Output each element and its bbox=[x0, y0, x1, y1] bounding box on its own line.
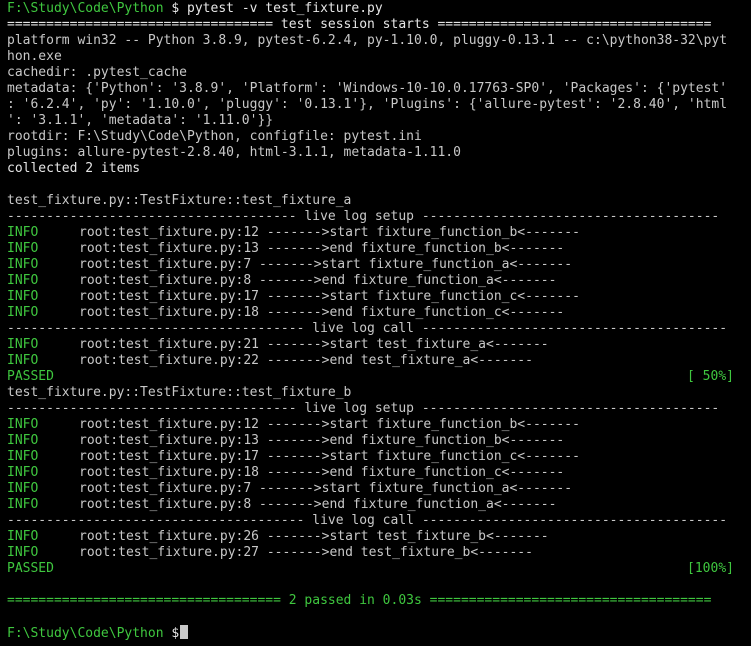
log-level: INFO bbox=[7, 545, 39, 560]
log-level: INFO bbox=[7, 337, 39, 352]
test-result-row: PASSED [ 50%] bbox=[7, 369, 734, 385]
log-level: INFO bbox=[7, 481, 39, 496]
live-log-setup-header: ------------------------------------- li… bbox=[7, 209, 720, 224]
log-level: INFO bbox=[7, 257, 39, 272]
test-name: test_fixture.py::TestFixture::test_fixtu… bbox=[7, 385, 352, 400]
final-prompt-line[interactable]: F:\Study\Code\Python $ bbox=[7, 625, 751, 641]
log-level: INFO bbox=[7, 497, 39, 512]
test-result: PASSED bbox=[7, 561, 54, 576]
metadata-line: metadata: {'Python': '3.8.9', 'Platform'… bbox=[7, 81, 728, 96]
prompt-path: F:\Study\Code\Python bbox=[7, 1, 164, 16]
plugins-line: plugins: allure-pytest-2.8.40, html-3.1.… bbox=[7, 145, 461, 160]
log-line: INFO root:test_fixture.py:18 ------->end … bbox=[7, 465, 751, 481]
log-message: root:test_fixture.py:8 ------->end fixtu… bbox=[79, 497, 557, 512]
command-line: F:\Study\Code\Python $ pytest -v test_fi… bbox=[7, 1, 751, 17]
log-level: INFO bbox=[7, 417, 39, 432]
log-message: root:test_fixture.py:7 ------->start fix… bbox=[79, 257, 573, 272]
log-level: INFO bbox=[7, 241, 39, 256]
prompt-path: F:\Study\Code\Python bbox=[7, 626, 164, 641]
log-message: root:test_fixture.py:7 ------->start fix… bbox=[79, 481, 573, 496]
log-line: INFO root:test_fixture.py:8 ------->end f… bbox=[7, 497, 751, 513]
log-message: root:test_fixture.py:12 ------->start fi… bbox=[79, 225, 580, 240]
platform-line: platform win32 -- Python 3.8.9, pytest-6… bbox=[7, 33, 728, 48]
cachedir-line: cachedir: .pytest_cache bbox=[7, 65, 188, 80]
log-message: root:test_fixture.py:13 ------->end fixt… bbox=[79, 433, 565, 448]
log-message: root:test_fixture.py:18 ------->end fixt… bbox=[79, 305, 565, 320]
log-line: INFO root:test_fixture.py:18 ------->end … bbox=[7, 305, 751, 321]
log-line: INFO root:test_fixture.py:7 ------->start… bbox=[7, 257, 751, 273]
log-message: root:test_fixture.py:26 ------->start te… bbox=[79, 529, 549, 544]
log-message: root:test_fixture.py:12 ------->start fi… bbox=[79, 417, 580, 432]
progress-percent: [100%] bbox=[687, 561, 734, 576]
test-name: test_fixture.py::TestFixture::test_fixtu… bbox=[7, 193, 352, 208]
log-line: INFO root:test_fixture.py:13 ------->end … bbox=[7, 433, 751, 449]
log-level: INFO bbox=[7, 465, 39, 480]
log-message: root:test_fixture.py:17 ------->start fi… bbox=[79, 449, 580, 464]
command-text: pytest -v test_fixture.py bbox=[187, 1, 383, 16]
prompt-symbol: $ bbox=[171, 626, 180, 641]
terminal-window[interactable]: F:\Study\Code\Python $ pytest -v test_fi… bbox=[0, 0, 751, 646]
log-message: root:test_fixture.py:13 ------->end fixt… bbox=[79, 241, 565, 256]
prompt-symbol: $ bbox=[171, 1, 180, 16]
test-result-row: PASSED [100%] bbox=[7, 561, 734, 577]
log-message: root:test_fixture.py:22 ------->end test… bbox=[79, 353, 533, 368]
live-log-call-header: -------------------------------------- l… bbox=[7, 513, 728, 528]
log-message: root:test_fixture.py:21 ------->start te… bbox=[79, 337, 549, 352]
log-level: INFO bbox=[7, 433, 39, 448]
live-log-setup-header: ------------------------------------- li… bbox=[7, 401, 720, 416]
live-log-call-header: -------------------------------------- l… bbox=[7, 321, 728, 336]
log-level: INFO bbox=[7, 449, 39, 464]
log-message: root:test_fixture.py:18 ------->end fixt… bbox=[79, 465, 565, 480]
log-message: root:test_fixture.py:8 ------->end fixtu… bbox=[79, 273, 557, 288]
log-line: INFO root:test_fixture.py:12 ------->star… bbox=[7, 417, 751, 433]
log-level: INFO bbox=[7, 273, 39, 288]
log-level: INFO bbox=[7, 305, 39, 320]
session-header: ================================== test … bbox=[7, 17, 712, 32]
log-line: INFO root:test_fixture.py:17 ------->star… bbox=[7, 289, 751, 305]
test-result: PASSED bbox=[7, 369, 54, 384]
log-line: INFO root:test_fixture.py:7 ------->start… bbox=[7, 481, 751, 497]
platform-line-cont: hon.exe bbox=[7, 49, 62, 64]
log-line: INFO root:test_fixture.py:21 ------->star… bbox=[7, 337, 751, 353]
progress-percent: [ 50%] bbox=[687, 369, 734, 384]
log-message: root:test_fixture.py:27 ------->end test… bbox=[79, 545, 533, 560]
log-level: INFO bbox=[7, 529, 39, 544]
log-line: INFO root:test_fixture.py:27 ------->end … bbox=[7, 545, 751, 561]
rootdir-line: rootdir: F:\Study\Code\Python, configfil… bbox=[7, 129, 422, 144]
log-line: INFO root:test_fixture.py:8 ------->end f… bbox=[7, 273, 751, 289]
metadata-line-end: ': '3.1.1', 'metadata': '1.11.0'}} bbox=[7, 113, 274, 128]
log-line: INFO root:test_fixture.py:26 ------->star… bbox=[7, 529, 751, 545]
log-message: root:test_fixture.py:17 ------->start fi… bbox=[79, 289, 580, 304]
log-line: INFO root:test_fixture.py:13 ------->end … bbox=[7, 241, 751, 257]
log-level: INFO bbox=[7, 289, 39, 304]
log-level: INFO bbox=[7, 353, 39, 368]
collected-line: collected 2 items bbox=[7, 161, 141, 176]
metadata-line-cont: : '6.2.4', 'py': '1.10.0', 'pluggy': '0.… bbox=[7, 97, 728, 112]
log-line: INFO root:test_fixture.py:17 ------->star… bbox=[7, 449, 751, 465]
log-line: INFO root:test_fixture.py:22 ------->end … bbox=[7, 353, 751, 369]
summary-line: =================================== 2 pa… bbox=[7, 593, 712, 608]
log-line: INFO root:test_fixture.py:12 ------->star… bbox=[7, 225, 751, 241]
text-cursor bbox=[180, 625, 189, 639]
log-level: INFO bbox=[7, 225, 39, 240]
